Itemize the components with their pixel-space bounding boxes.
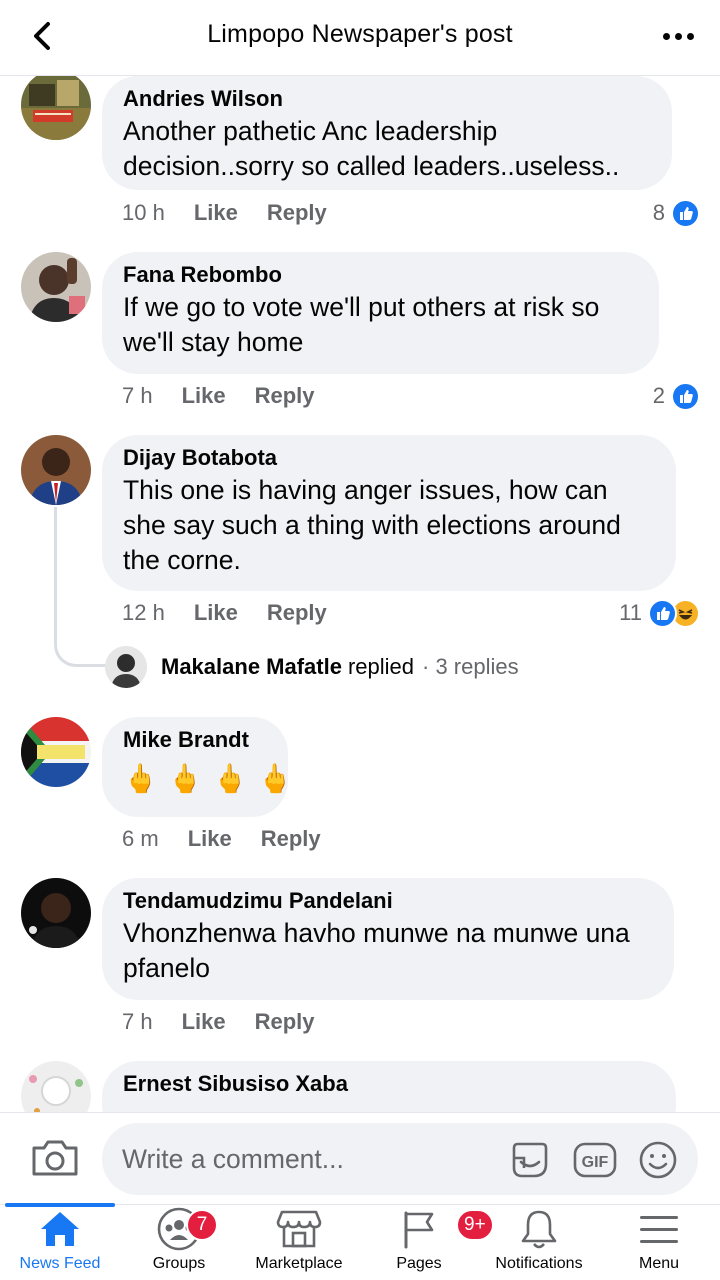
emoji-row: 🖕 🖕 🖕 🖕: [123, 755, 293, 799]
tab-notifications[interactable]: Notifications: [480, 1205, 598, 1280]
avatar[interactable]: [21, 252, 91, 322]
reply-button[interactable]: Reply: [255, 383, 315, 409]
bell-icon: [521, 1210, 557, 1249]
hamburger-icon: [640, 1216, 678, 1243]
pages-flag-icon: [404, 1211, 434, 1249]
comment-time: 6 m: [122, 826, 159, 851]
middle-finger-emoji: 🖕: [167, 762, 203, 795]
tab-pages[interactable]: 9+ Pages: [364, 1205, 494, 1280]
like-reaction-icon: [671, 198, 700, 228]
comment-author[interactable]: Dijay Botabota: [123, 443, 656, 473]
reply-author[interactable]: Makalane Mafatle: [161, 654, 342, 680]
like-button[interactable]: Like: [182, 1009, 226, 1035]
gif-icon: GIF: [573, 1142, 617, 1178]
tab-label: News Feed: [19, 1255, 101, 1272]
like-button[interactable]: Like: [188, 826, 232, 852]
middle-finger-emoji: 🖕: [257, 762, 293, 795]
tab-label: Menu: [638, 1255, 680, 1272]
comment-time: 12 h: [122, 600, 165, 625]
middle-finger-emoji: 🖕: [212, 762, 248, 795]
reply-verb: replied: [347, 654, 415, 679]
tab-label: Groups: [152, 1255, 206, 1272]
reaction-summary[interactable]: 2: [653, 381, 700, 411]
more-options-button[interactable]: [658, 22, 698, 50]
comment-actions: 7 h Like Reply: [122, 381, 315, 411]
avatar[interactable]: [21, 717, 91, 787]
like-reaction-icon: [671, 381, 700, 411]
page-title: Limpopo Newspaper's post: [207, 20, 513, 48]
comment-time: 7 h: [122, 383, 153, 408]
avatar[interactable]: [21, 878, 91, 948]
like-reaction-icon: [648, 598, 677, 628]
comment-time: 7 h: [122, 1009, 153, 1034]
reply-button[interactable]: Reply: [267, 200, 327, 226]
comment-author[interactable]: Fana Rebombo: [123, 260, 639, 290]
comment-actions: 12 h Like Reply: [122, 598, 327, 628]
reaction-count: 2: [652, 383, 665, 408]
camera-button[interactable]: [30, 1136, 80, 1180]
comment-text: This one is having anger issues, how can…: [123, 475, 621, 575]
comment-time: 10 h: [122, 200, 165, 225]
tab-label: Marketplace: [255, 1255, 343, 1272]
reaction-summary[interactable]: 8: [653, 198, 700, 228]
comment-actions: 7 h Like Reply: [122, 1007, 315, 1037]
comments-list[interactable]: Andries Wilson Another pathetic Anc lead…: [0, 76, 720, 1112]
avatar[interactable]: [21, 1061, 91, 1112]
comment-author[interactable]: Ernest Sibusiso Xaba: [123, 1069, 656, 1099]
sticker-button[interactable]: [508, 1138, 552, 1182]
tab-marketplace[interactable]: Marketplace: [244, 1205, 354, 1280]
marketplace-icon: [276, 1210, 322, 1248]
groups-badge: 7: [186, 1209, 218, 1241]
tab-label: Pages: [396, 1255, 442, 1272]
comment-bubble[interactable]: Dijay Botabota This one is having anger …: [102, 435, 676, 591]
top-app-bar: Limpopo Newspaper's post: [0, 0, 720, 76]
like-button[interactable]: Like: [182, 383, 226, 409]
avatar[interactable]: [21, 435, 91, 505]
comment-text: Vhonzhenwa havho munwe na munwe una pfan…: [123, 918, 630, 983]
comment-text: If we go to vote we'll put others at ris…: [123, 292, 600, 357]
comment-author[interactable]: Tendamudzimu Pandelani: [123, 886, 654, 916]
comment-bubble[interactable]: Tendamudzimu Pandelani Vhonzhenwa havho …: [102, 878, 674, 1000]
comment-author[interactable]: Andries Wilson: [123, 84, 652, 114]
comment-actions: 6 m Like Reply: [122, 824, 321, 854]
like-button[interactable]: Like: [194, 600, 238, 626]
reaction-summary[interactable]: 11: [619, 598, 700, 628]
camera-icon: [32, 1140, 78, 1176]
bottom-tab-bar: News Feed 7 Groups Marketplace 9+ Pages …: [0, 1203, 720, 1280]
comment-input-container: GIF: [102, 1123, 698, 1195]
avatar[interactable]: [21, 76, 91, 140]
comment-bubble[interactable]: Mike Brandt 🖕 🖕 🖕 🖕: [102, 717, 293, 817]
comment-actions: 10 h Like Reply: [122, 198, 327, 228]
emoji-button[interactable]: [636, 1138, 680, 1182]
tab-news-feed[interactable]: News Feed: [5, 1205, 115, 1280]
comment-author[interactable]: Mike Brandt: [123, 725, 268, 755]
comment-input[interactable]: [122, 1123, 492, 1195]
comment-composer: GIF: [0, 1112, 720, 1204]
reaction-count: 11: [619, 600, 642, 625]
middle-finger-emoji: 🖕: [123, 762, 158, 795]
tab-menu[interactable]: Menu: [604, 1205, 714, 1280]
home-icon: [41, 1212, 79, 1246]
more-dot-icon: [686, 32, 694, 40]
reply-button[interactable]: Reply: [267, 600, 327, 626]
view-replies-link[interactable]: Makalane Mafatle replied · 3 replies: [105, 645, 519, 689]
more-dot-icon: [674, 32, 682, 40]
reply-button[interactable]: Reply: [261, 826, 321, 852]
sticker-icon: [512, 1142, 548, 1178]
comment-bubble[interactable]: Fana Rebombo If we go to vote we'll put …: [102, 252, 659, 374]
more-dot-icon: [662, 32, 670, 40]
tab-groups[interactable]: 7 Groups: [124, 1205, 234, 1280]
reaction-count: 8: [652, 200, 665, 225]
comment-text: Another pathetic Anc leadership decision…: [123, 116, 620, 181]
gif-button[interactable]: GIF: [572, 1138, 618, 1182]
smiley-icon: [639, 1141, 677, 1179]
tab-label: Notifications: [495, 1255, 583, 1272]
svg-text:GIF: GIF: [582, 1154, 609, 1171]
reply-count: · 3 replies: [422, 654, 519, 679]
like-button[interactable]: Like: [194, 200, 238, 226]
reply-button[interactable]: Reply: [255, 1009, 315, 1035]
comment-bubble[interactable]: Ernest Sibusiso Xaba: [102, 1061, 676, 1112]
avatar: [105, 646, 147, 688]
comment-bubble[interactable]: Andries Wilson Another pathetic Anc lead…: [102, 76, 672, 190]
